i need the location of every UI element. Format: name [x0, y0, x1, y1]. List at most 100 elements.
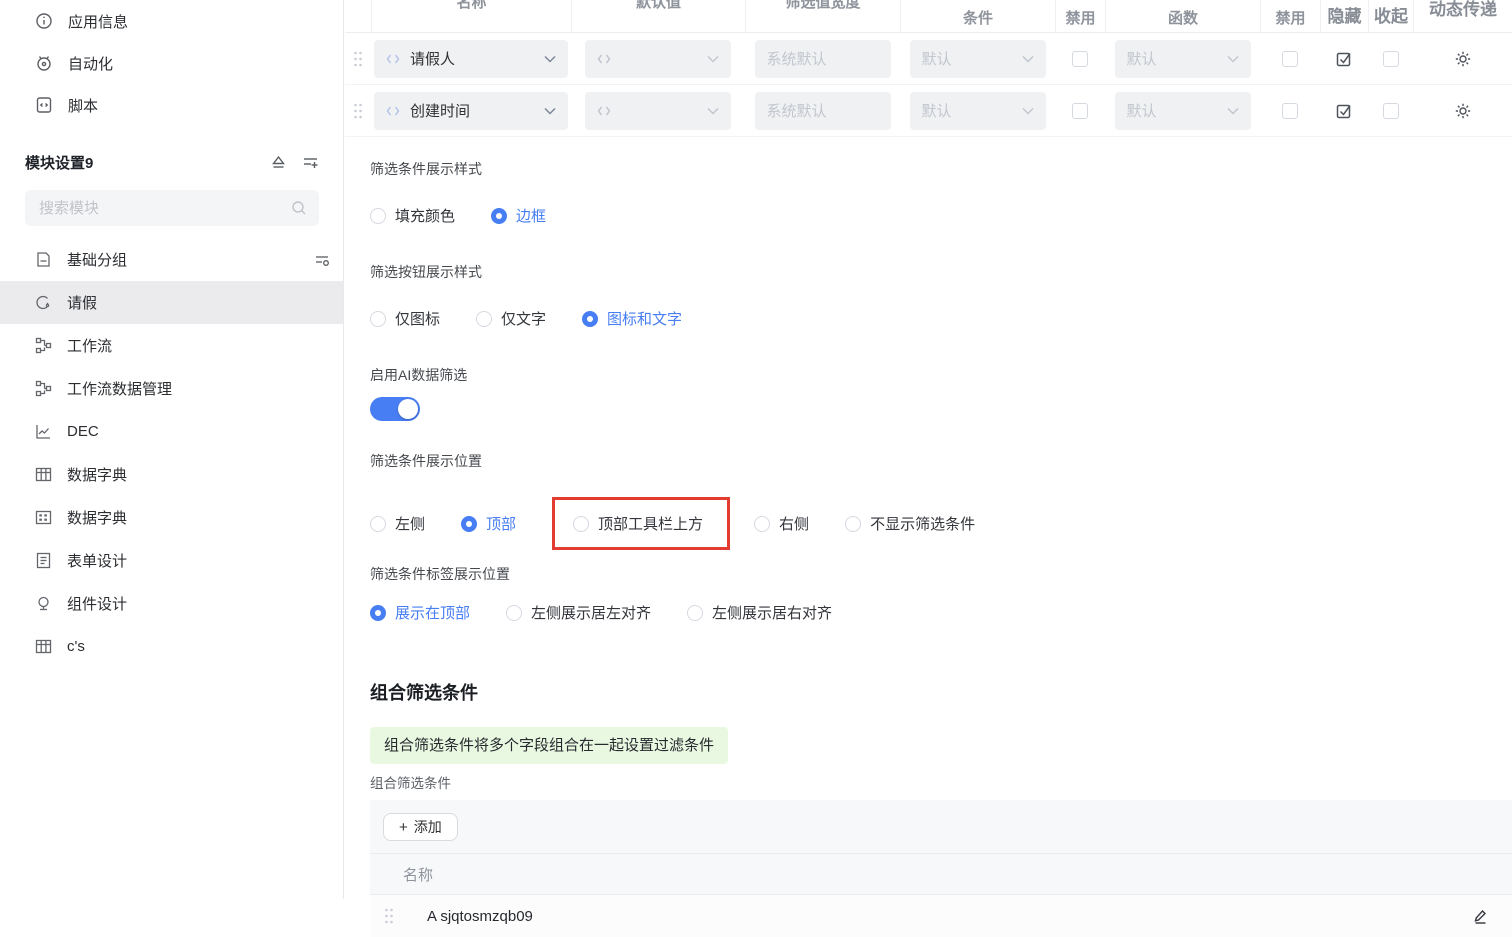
ai-filter-toggle[interactable]: [370, 397, 420, 421]
collapse-checkbox[interactable]: [1383, 103, 1399, 119]
sidebar-item-label: 数据字典: [67, 507, 330, 528]
filter-field-table: 名称 默认值 筛选值宽度 条件 禁用 函数 禁用 隐藏 收起 动态传递 请假人: [345, 0, 1512, 137]
condition-value: 默认: [922, 48, 952, 69]
radio-fill-color[interactable]: 填充颜色: [370, 205, 455, 226]
button-style-label: 筛选按钮展示样式: [370, 262, 1512, 282]
radio-border[interactable]: 边框: [491, 205, 546, 226]
radio-left[interactable]: 左侧: [370, 513, 425, 534]
radio-icon-and-text[interactable]: 图标和文字: [582, 308, 682, 329]
default-value-select[interactable]: [585, 40, 731, 78]
radio-icon: [573, 516, 589, 532]
module-settings-header: 模块设置9: [0, 144, 343, 180]
filter-style-label: 筛选条件展示样式: [370, 159, 1512, 179]
drag-handle-icon[interactable]: [345, 33, 371, 84]
hidden-checked-icon[interactable]: [1335, 102, 1353, 120]
chevron-down-icon: [1227, 107, 1239, 115]
sidebar-item-data-dict-2[interactable]: 数据字典: [0, 496, 343, 539]
sidebar-item-base-group[interactable]: 基础分组: [0, 238, 343, 281]
filter-style-options: 填充颜色 边框: [370, 205, 1512, 226]
collapse-checkbox[interactable]: [1383, 51, 1399, 67]
disable-checkbox[interactable]: [1072, 103, 1088, 119]
radio-above-toolbar[interactable]: 顶部工具栏上方: [573, 513, 703, 534]
field-name-select[interactable]: 请假人: [374, 40, 568, 78]
filter-width-input[interactable]: 系统默认: [755, 92, 891, 130]
disable-checkbox[interactable]: [1282, 103, 1298, 119]
sidebar-item-label: 脚本: [68, 95, 98, 116]
sidebar-item-workflow[interactable]: 工作流: [0, 324, 343, 367]
code-icon: [597, 53, 611, 65]
function-select[interactable]: 默认: [1115, 40, 1251, 78]
field-name-value: 创建时间: [410, 100, 470, 121]
sidebar-item-form-design[interactable]: 表单设计: [0, 539, 343, 582]
sidebar-item-app-info[interactable]: 应用信息: [0, 0, 343, 42]
disable-checkbox[interactable]: [1072, 51, 1088, 67]
function-value: 默认: [1127, 100, 1157, 121]
radio-icon: [506, 605, 522, 621]
field-table-header: 名称 默认值 筛选值宽度 条件 禁用 函数 禁用 隐藏 收起 动态传递: [345, 0, 1512, 33]
combo-filter-panel: + 添加 名称 A sjqtosmzqb09: [370, 800, 1512, 930]
workflow-icon: [35, 337, 52, 354]
sidebar-item-label: DEC: [67, 423, 330, 440]
list-settings-icon[interactable]: [314, 252, 330, 268]
combo-table-row: A sjqtosmzqb09: [370, 895, 1512, 937]
code-icon: [386, 105, 400, 117]
field-name-select[interactable]: 创建时间: [374, 92, 568, 130]
info-icon: [35, 12, 53, 30]
code-icon: [597, 105, 611, 117]
condition-select[interactable]: 默认: [910, 92, 1046, 130]
sidebar-item-script[interactable]: 脚本: [0, 84, 343, 126]
automation-icon: [35, 54, 53, 72]
sidebar-item-cs[interactable]: c's: [0, 625, 343, 668]
filter-width-placeholder: 系统默认: [767, 48, 827, 69]
radio-label-left-align-left[interactable]: 左侧展示居左对齐: [506, 602, 651, 623]
chevron-down-icon: [544, 55, 556, 63]
disable-checkbox[interactable]: [1282, 51, 1298, 67]
sidebar-item-dec[interactable]: DEC: [0, 410, 343, 453]
column-header-default: 默认值: [636, 0, 681, 12]
chevron-down-icon: [1022, 107, 1034, 115]
sidebar-item-component-design[interactable]: 组件设计: [0, 582, 343, 625]
eject-icon[interactable]: [270, 154, 287, 171]
sidebar-item-workflow-data[interactable]: 工作流数据管理: [0, 367, 343, 410]
drag-handle-icon[interactable]: [384, 907, 394, 925]
filter-settings: 筛选条件展示样式 填充颜色 边框 筛选按钮展示样式 仅图标 仅文字: [345, 137, 1512, 930]
column-header-disable1: 禁用: [1065, 7, 1095, 28]
radio-right[interactable]: 右侧: [754, 513, 809, 534]
module-search: [25, 190, 319, 226]
gear-icon[interactable]: [1454, 102, 1472, 120]
combo-row-name: A sjqtosmzqb09: [427, 908, 1472, 925]
filter-width-input[interactable]: 系统默认: [755, 40, 891, 78]
sidebar-item-label: 表单设计: [67, 550, 330, 571]
radio-icon: [370, 311, 386, 327]
sidebar-item-leave[interactable]: 请假: [0, 281, 343, 324]
function-select[interactable]: 默认: [1115, 92, 1251, 130]
chevron-down-icon: [707, 107, 719, 115]
label-position-options: 展示在顶部 左侧展示居左对齐 左侧展示居右对齐: [370, 602, 1512, 623]
condition-select[interactable]: 默认: [910, 40, 1046, 78]
add-button[interactable]: + 添加: [383, 813, 458, 841]
radio-label-left-align-right[interactable]: 左侧展示居右对齐: [687, 602, 832, 623]
radio-text-only[interactable]: 仅文字: [476, 308, 546, 329]
radio-icon: [491, 208, 507, 224]
column-header-filter-width: 筛选值宽度: [785, 0, 860, 12]
edit-icon[interactable]: [1472, 908, 1489, 925]
hidden-checked-icon[interactable]: [1335, 50, 1353, 68]
filter-position-options: 左侧 顶部 顶部工具栏上方 右侧 不显示筛选条件: [370, 497, 1512, 550]
chevron-down-icon: [544, 107, 556, 115]
radio-label-top[interactable]: 展示在顶部: [370, 602, 470, 623]
chevron-down-icon: [1227, 55, 1239, 63]
sidebar-item-data-dict-1[interactable]: 数据字典: [0, 453, 343, 496]
default-value-select[interactable]: [585, 92, 731, 130]
table-icon: [35, 638, 52, 655]
add-list-icon[interactable]: [302, 154, 319, 171]
filter-position-label: 筛选条件展示位置: [370, 451, 1512, 471]
search-input[interactable]: [25, 190, 319, 226]
radio-icon-only[interactable]: 仅图标: [370, 308, 440, 329]
sidebar-item-automation[interactable]: 自动化: [0, 42, 343, 84]
label-position-label: 筛选条件标签展示位置: [370, 564, 1512, 584]
sidebar-item-label: 组件设计: [67, 593, 330, 614]
gear-icon[interactable]: [1454, 50, 1472, 68]
radio-top[interactable]: 顶部: [461, 513, 516, 534]
drag-handle-icon[interactable]: [345, 85, 371, 136]
radio-no-filter[interactable]: 不显示筛选条件: [845, 513, 975, 534]
